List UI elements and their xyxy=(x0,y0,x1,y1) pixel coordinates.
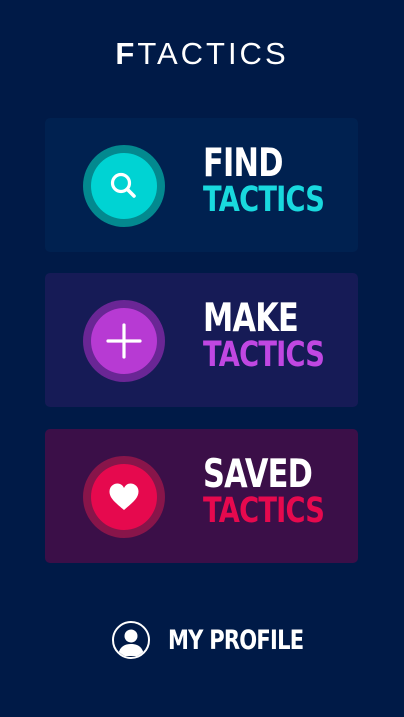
heart-icon xyxy=(109,483,139,510)
make-label-line2: TACTICS xyxy=(203,335,325,375)
saved-icon-circle xyxy=(83,456,165,538)
plus-icon xyxy=(106,323,142,359)
make-tactics-button[interactable]: MAKE TACTICS xyxy=(45,273,358,407)
logo-letter-f: F xyxy=(115,36,138,71)
saved-label-line1: SAVED xyxy=(203,452,313,497)
search-icon xyxy=(110,172,136,198)
logo-word: TACTICS xyxy=(137,36,289,71)
make-icon-circle xyxy=(83,300,165,382)
make-label-line1: MAKE xyxy=(203,296,299,341)
saved-tactics-button[interactable]: SAVED TACTICS xyxy=(45,429,358,563)
make-icon-inner xyxy=(91,308,157,374)
find-label-line1: FIND xyxy=(203,141,283,186)
saved-label-line2: TACTICS xyxy=(203,491,325,531)
find-icon-circle xyxy=(83,145,165,227)
saved-tactics-label: SAVED TACTICS xyxy=(203,452,325,531)
app-logo: FTACTICS xyxy=(0,34,404,74)
find-icon-inner xyxy=(91,153,157,219)
find-tactics-button[interactable]: FIND TACTICS xyxy=(45,118,358,252)
saved-icon-inner xyxy=(91,464,157,530)
make-tactics-label: MAKE TACTICS xyxy=(203,296,325,375)
user-icon xyxy=(112,621,150,659)
my-profile-label: MY PROFILE xyxy=(168,624,304,656)
find-tactics-label: FIND TACTICS xyxy=(203,141,325,220)
my-profile-button[interactable]: MY PROFILE xyxy=(112,618,342,662)
find-label-line2: TACTICS xyxy=(203,180,325,220)
